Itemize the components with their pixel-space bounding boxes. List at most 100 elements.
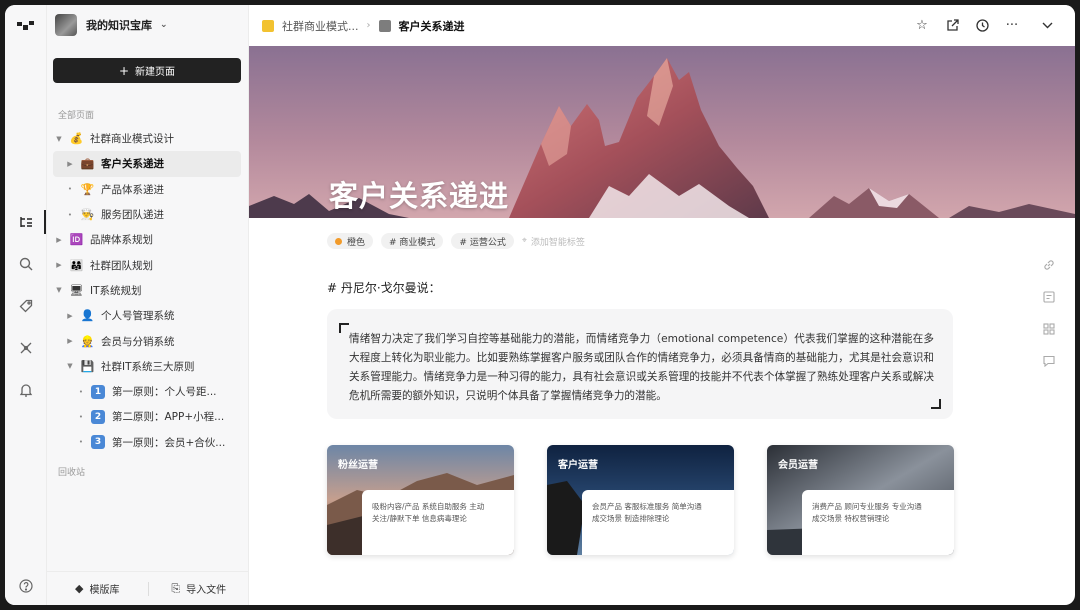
tree-dot-icon: • bbox=[67, 185, 73, 194]
star-icon[interactable]: ☆ bbox=[907, 18, 937, 33]
number-1-icon: 1 bbox=[91, 384, 105, 399]
section-all-pages: 全部页面 bbox=[58, 111, 95, 121]
add-smart-tag-button[interactable]: ⌖ 添加智能标签 bbox=[522, 233, 593, 249]
tag-label: # 运营公式 bbox=[459, 237, 506, 248]
tag-color[interactable]: 橙色 bbox=[327, 233, 374, 249]
sidebar-tree-item[interactable]: ▶ 👤 个人号管理系统 bbox=[53, 303, 241, 328]
sidebar-tree-item[interactable]: • 👨‍🍳 服务团队递进 bbox=[53, 202, 241, 227]
sidebar-tree-item[interactable]: ▶ 👨‍👩‍👧 社群团队规划 bbox=[53, 252, 241, 277]
add-smart-tag-label: 添加智能标签 bbox=[530, 237, 585, 248]
floppy-icon: 💾 bbox=[80, 359, 95, 373]
import-file-label: 导入文件 bbox=[186, 585, 227, 596]
card-title: 客户运营 bbox=[558, 460, 598, 471]
tree-item-label: 第一原则：个人号距... bbox=[112, 386, 217, 399]
person-icon: 👤 bbox=[80, 309, 95, 323]
family-icon: 👨‍👩‍👧 bbox=[69, 258, 84, 272]
outline-icon[interactable] bbox=[1041, 281, 1057, 313]
new-page-button[interactable]: + 新建页面 bbox=[53, 58, 241, 83]
tree-item-label: 品牌体系规划 bbox=[90, 234, 153, 247]
template-library-button[interactable]: ◆ 模版库 bbox=[47, 581, 148, 596]
orange-dot-icon bbox=[335, 237, 342, 245]
breadcrumb: 社群商业模式... › 客户关系递进 bbox=[262, 18, 465, 34]
open-external-icon[interactable] bbox=[937, 19, 967, 32]
card-member-operation[interactable]: 会员运营 消费产品 顾问专业服务 专业沟通 成交场景 特权营销理论 bbox=[767, 445, 954, 555]
trash-link[interactable]: 回收站 bbox=[58, 465, 85, 478]
tag-business-model[interactable]: # 商业模式 bbox=[381, 233, 444, 249]
share-network-icon[interactable] bbox=[16, 338, 36, 358]
layers-icon: ◆ bbox=[75, 582, 84, 595]
chevron-down-icon[interactable] bbox=[1027, 22, 1067, 29]
tree-expand-icon[interactable]: ▶ bbox=[64, 160, 76, 168]
more-icon[interactable]: ··· bbox=[997, 18, 1027, 33]
sidebar-tree-item[interactable]: • 🏆 产品体系递进 bbox=[53, 177, 241, 202]
sidebar-tree-item[interactable]: • 3 第一原则：会员+合伙... bbox=[53, 430, 241, 455]
tree-expand-icon[interactable]: ▶ bbox=[64, 312, 76, 320]
content-heading[interactable]: # 丹尼尔·戈尔曼说： bbox=[327, 279, 441, 296]
sidebar-tree-item[interactable]: ▶ 💼 客户关系递进 bbox=[53, 151, 241, 177]
breadcrumb-separator: › bbox=[366, 20, 371, 31]
number-2-icon: 2 bbox=[91, 409, 105, 424]
tree-collapse-icon[interactable]: ▼ bbox=[53, 135, 65, 143]
tree-item-label: 产品体系递进 bbox=[101, 183, 164, 196]
chef-icon: 👨‍🍳 bbox=[80, 208, 95, 222]
card-line: 消费产品 顾问专业服务 专业沟通 bbox=[812, 502, 922, 511]
tree-collapse-icon[interactable]: ▼ bbox=[64, 362, 76, 370]
page-title[interactable]: 客户关系递进 bbox=[329, 173, 509, 215]
tree-dot-icon: • bbox=[78, 387, 84, 396]
new-page-label: 新建页面 bbox=[135, 67, 176, 78]
card-line: 成交场景 制造排除理论 bbox=[592, 514, 670, 523]
tree-expand-icon[interactable]: ▶ bbox=[53, 261, 65, 269]
tree-expand-icon[interactable]: ▶ bbox=[53, 236, 65, 244]
page-cover[interactable]: 客户关系递进 bbox=[249, 46, 1075, 218]
sidebar-tree-item[interactable]: ▶ 👷 会员与分销系统 bbox=[53, 328, 241, 353]
pages-tree-icon[interactable] bbox=[16, 212, 36, 232]
tag-label: # 商业模式 bbox=[389, 237, 436, 248]
card-body: 会员产品 客服标准服务 简单沟通 成交场景 制造排除理论 bbox=[582, 490, 734, 555]
tree-item-label: 社群团队规划 bbox=[90, 259, 153, 272]
card-customer-operation[interactable]: 客户运营 会员产品 客服标准服务 简单沟通 成交场景 制造排除理论 bbox=[547, 445, 734, 555]
tree-collapse-icon[interactable]: ▼ bbox=[53, 286, 65, 294]
tree-expand-icon[interactable]: ▶ bbox=[64, 337, 76, 345]
quote-block[interactable]: 情绪智力决定了我们学习自控等基础能力的潜能，而情绪竞争力（emotional c… bbox=[327, 309, 953, 419]
workspace-name: 我的知识宝库 bbox=[86, 19, 152, 32]
help-icon[interactable] bbox=[16, 576, 36, 596]
card-body: 消费产品 顾问专业服务 专业沟通 成交场景 特权营销理论 bbox=[802, 490, 954, 555]
tag-icon[interactable] bbox=[16, 296, 36, 316]
tree-item-label: 社群IT系统三大原则 bbox=[101, 360, 195, 373]
card-fan-operation[interactable]: 粉丝运营 吸粉内容/产品 系统自助服务 主动 关注/静默下单 信息病毒理论 bbox=[327, 445, 514, 555]
card-line: 吸粉内容/产品 系统自助服务 主动 bbox=[372, 502, 485, 511]
folder-icon bbox=[262, 19, 274, 32]
history-icon[interactable] bbox=[967, 19, 997, 32]
layout-icon[interactable] bbox=[1041, 313, 1057, 345]
sidebar-tree-item[interactable]: • 2 第二原则：APP+小程... bbox=[53, 404, 241, 429]
computer-icon: 🖥 bbox=[69, 283, 84, 297]
sidebar-tree-item[interactable]: • 1 第一原则：个人号距... bbox=[53, 379, 241, 404]
comment-icon[interactable] bbox=[1041, 345, 1057, 377]
card-line: 关注/静默下单 信息病毒理论 bbox=[372, 514, 467, 523]
member-icon: 👷 bbox=[80, 334, 95, 348]
money-bag-icon: 💰 bbox=[69, 132, 84, 146]
top-bar: 社群商业模式... › 客户关系递进 ☆ ··· bbox=[249, 5, 1075, 46]
tree-dot-icon: • bbox=[78, 438, 84, 447]
link-icon[interactable] bbox=[1041, 249, 1057, 281]
breadcrumb-current[interactable]: 客户关系递进 bbox=[399, 18, 465, 34]
search-icon[interactable] bbox=[16, 254, 36, 274]
card-body: 吸粉内容/产品 系统自助服务 主动 关注/静默下单 信息病毒理论 bbox=[362, 490, 514, 555]
sidebar-tree-item[interactable]: ▼ 🖥 IT系统规划 bbox=[53, 278, 241, 303]
sidebar-tree-item[interactable]: ▼ 💰 社群商业模式设计 bbox=[53, 126, 241, 151]
sidebar-tree-item[interactable]: ▼ 💾 社群IT系统三大原则 bbox=[53, 354, 241, 379]
bell-icon[interactable] bbox=[16, 380, 36, 400]
tree-item-label: 第二原则：APP+小程... bbox=[112, 411, 225, 424]
sidebar-footer: ◆ 模版库 ⎘ 导入文件 bbox=[47, 571, 249, 605]
card-title: 会员运营 bbox=[778, 460, 818, 471]
tag-operation-formula[interactable]: # 运营公式 bbox=[451, 233, 514, 249]
card-line: 会员产品 客服标准服务 简单沟通 bbox=[592, 502, 702, 511]
breadcrumb-parent[interactable]: 社群商业模式... bbox=[282, 18, 359, 34]
sidebar-tree-item[interactable]: ▶ 🆔 品牌体系规划 bbox=[53, 227, 241, 252]
quote-text: 情绪智力决定了我们学习自控等基础能力的潜能，而情绪竞争力（emotional c… bbox=[349, 333, 934, 402]
app-logo-icon[interactable] bbox=[16, 16, 36, 36]
tree-dot-icon: • bbox=[78, 412, 84, 421]
workspace-switcher[interactable]: 我的知识宝库 ⌄ bbox=[55, 13, 168, 37]
tree-item-label: IT系统规划 bbox=[90, 284, 142, 297]
import-file-button[interactable]: ⎘ 导入文件 bbox=[149, 581, 250, 597]
